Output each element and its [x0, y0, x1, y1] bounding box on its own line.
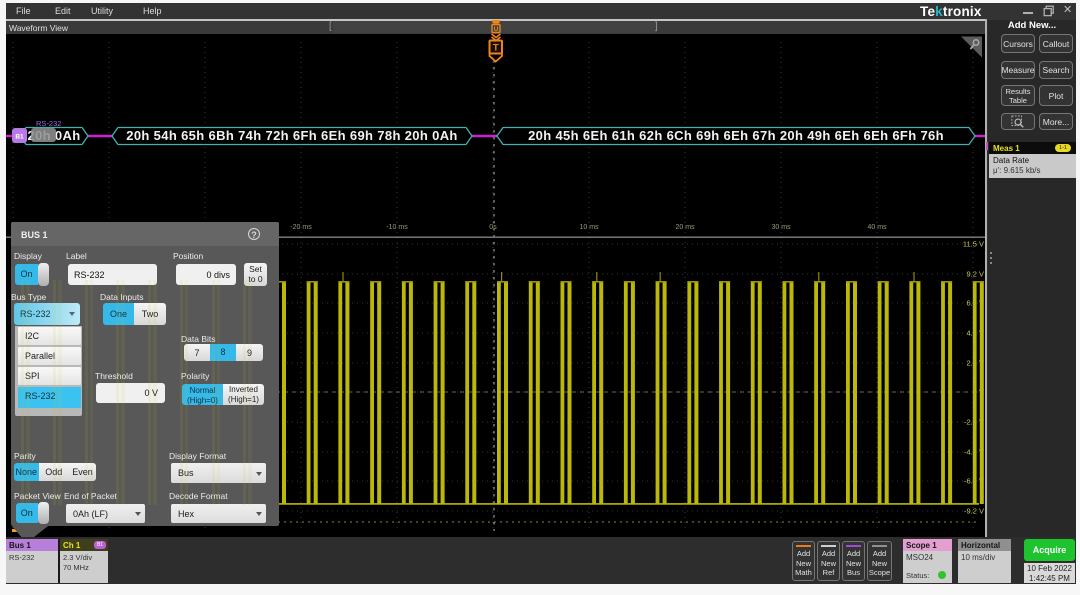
svg-text:RS-232: RS-232	[36, 119, 61, 128]
svg-text:40 ms: 40 ms	[867, 224, 887, 231]
svg-text:10 ms: 10 ms	[579, 224, 599, 231]
svg-text:11.5 V: 11.5 V	[963, 240, 984, 249]
svg-text:U: U	[494, 26, 499, 33]
svg-text:20h 54h 65h 6Bh 74h 72h 6Fh 6E: 20h 54h 65h 6Bh 74h 72h 6Fh 6Eh 69h 78h …	[126, 128, 457, 143]
svg-text:T: T	[493, 43, 499, 54]
svg-text:-10 ms: -10 ms	[386, 224, 408, 231]
svg-text:-20 ms: -20 ms	[290, 224, 312, 231]
svg-text:-9.2 V: -9.2 V	[964, 507, 984, 516]
svg-text:B1: B1	[15, 134, 24, 141]
svg-text:20h 45h 6Eh 61h 62h 6Ch 69h 6E: 20h 45h 6Eh 61h 62h 6Ch 69h 6Eh 67h 20h …	[528, 128, 944, 143]
svg-text:20 ms: 20 ms	[675, 224, 695, 231]
svg-text:9.2 V: 9.2 V	[966, 270, 984, 279]
svg-text:0s: 0s	[489, 224, 497, 231]
svg-text:30 ms: 30 ms	[771, 224, 791, 231]
